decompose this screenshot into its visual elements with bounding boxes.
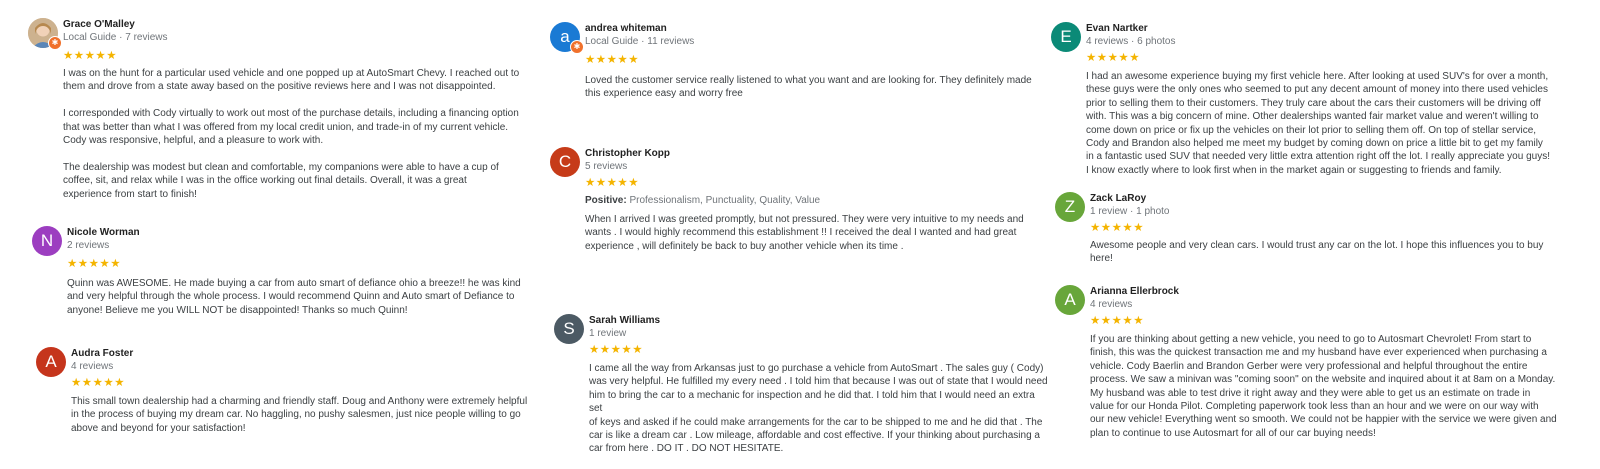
reviewer-meta: 4 reviews xyxy=(71,361,114,372)
reviewer-meta: Local Guide · 7 reviews xyxy=(63,32,168,43)
review-text: Awesome people and very clean cars. I wo… xyxy=(1090,240,1544,265)
reviewer-header: Christopher Kopp 5 reviews xyxy=(585,147,670,173)
local-guide-badge-icon: ✱ xyxy=(48,36,62,50)
avatar[interactable]: S xyxy=(554,314,584,344)
reviewer-header: Audra Foster 4 reviews xyxy=(71,347,133,373)
reviewer-name[interactable]: Zack LaRoy xyxy=(1090,192,1170,205)
reviewer-name[interactable]: Nicole Worman xyxy=(67,226,140,239)
reviewer-meta: 4 reviews xyxy=(1090,299,1133,310)
reviewer-header: Arianna Ellerbrock 4 reviews xyxy=(1090,285,1179,311)
star-rating: ★★★★★ xyxy=(71,377,126,389)
star-rating: ★★★★★ xyxy=(589,344,644,356)
positive-attributes: Positive: Professionalism, Punctuality, … xyxy=(585,194,820,207)
reviewer-name[interactable]: Christopher Kopp xyxy=(585,147,670,160)
reviewer-header: andrea whiteman Local Guide · 11 reviews xyxy=(585,22,694,48)
review-text: I had an awesome experience buying my fi… xyxy=(1086,71,1550,176)
reviewer-meta: 5 reviews xyxy=(585,161,628,172)
review-text: I was on the hunt for a particular used … xyxy=(63,68,520,200)
reviewer-name[interactable]: Evan Nartker xyxy=(1086,22,1176,35)
avatar[interactable]: A xyxy=(1055,285,1085,315)
reviewer-header: Zack LaRoy 1 review · 1 photo xyxy=(1090,192,1170,218)
star-rating: ★★★★★ xyxy=(67,258,122,270)
avatar[interactable]: N xyxy=(32,226,62,256)
reviewer-header: Nicole Worman 2 reviews xyxy=(67,226,140,252)
reviewer-meta: 2 reviews xyxy=(67,240,110,251)
positive-label: Positive: xyxy=(585,195,627,206)
review-text: When I arrived I was greeted promptly, b… xyxy=(585,214,1024,252)
reviewer-meta: 1 review · 1 photo xyxy=(1090,206,1170,217)
star-rating: ★★★★★ xyxy=(1090,315,1145,327)
reviewer-name[interactable]: andrea whiteman xyxy=(585,22,694,35)
review-text: This small town dealership had a charmin… xyxy=(71,396,528,434)
reviewer-name[interactable]: Arianna Ellerbrock xyxy=(1090,285,1179,298)
star-rating: ★★★★★ xyxy=(63,50,118,62)
reviewer-name[interactable]: Audra Foster xyxy=(71,347,133,360)
review-text: Quinn was AWESOME. He made buying a car … xyxy=(67,278,521,316)
star-rating: ★★★★★ xyxy=(585,54,640,66)
positive-values: Professionalism, Punctuality, Quality, V… xyxy=(626,195,821,206)
reviewer-meta: Local Guide · 11 reviews xyxy=(585,36,695,47)
avatar[interactable]: A xyxy=(36,347,66,377)
reviewer-meta: 1 review xyxy=(589,328,627,339)
star-rating: ★★★★★ xyxy=(1086,52,1141,64)
reviewer-header: Evan Nartker 4 reviews · 6 photos xyxy=(1086,22,1176,48)
review-text: If you are thinking about getting a new … xyxy=(1090,334,1557,439)
reviewer-name[interactable]: Grace O'Malley xyxy=(63,18,168,31)
reviewer-name[interactable]: Sarah Williams xyxy=(589,314,660,327)
reviewer-header: Sarah Williams 1 review xyxy=(589,314,660,340)
local-guide-badge-icon: ✱ xyxy=(570,40,584,54)
review-text: I came all the way from Arkansas just to… xyxy=(589,363,1048,455)
reviewer-meta: 4 reviews · 6 photos xyxy=(1086,36,1176,47)
star-rating: ★★★★★ xyxy=(585,177,640,189)
avatar[interactable]: E xyxy=(1051,22,1081,52)
reviewer-header: Grace O'Malley Local Guide · 7 reviews xyxy=(63,18,168,44)
avatar[interactable]: Z xyxy=(1055,192,1085,222)
avatar[interactable]: C xyxy=(550,147,580,177)
star-rating: ★★★★★ xyxy=(1090,222,1145,234)
review-text: Loved the customer service really listen… xyxy=(585,75,1032,100)
